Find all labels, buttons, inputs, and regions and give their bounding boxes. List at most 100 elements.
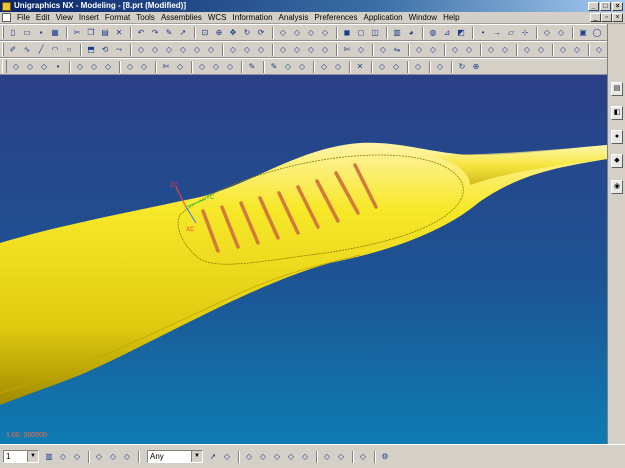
edit-icon[interactable]: ✎ xyxy=(163,27,175,39)
view-iso-icon[interactable]: ◇ xyxy=(319,27,331,39)
gear-icon[interactable]: ⚙ xyxy=(379,451,391,463)
history-icon[interactable]: ◧ xyxy=(611,106,623,120)
arc-icon[interactable]: ◠ xyxy=(49,44,61,56)
view-right-icon[interactable]: ◇ xyxy=(305,27,317,39)
menu-application[interactable]: Application xyxy=(360,13,405,22)
save-icon[interactable]: ▪ xyxy=(35,27,47,39)
snap-point-icon[interactable]: ◇ xyxy=(243,451,255,463)
close-button[interactable]: × xyxy=(612,1,623,11)
chamfer-icon[interactable]: ◇ xyxy=(291,44,303,56)
trim-curve-icon[interactable]: ✄ xyxy=(160,61,172,73)
intersect-curve-icon[interactable]: ◇ xyxy=(224,61,236,73)
deselect-icon[interactable]: ◇ xyxy=(221,451,233,463)
midpoint-icon[interactable]: ◇ xyxy=(271,451,283,463)
doc-minimize-button[interactable]: _ xyxy=(590,13,601,22)
surface-analysis-icon[interactable]: ◇ xyxy=(376,61,388,73)
offset-curve-icon[interactable]: ◇ xyxy=(196,61,208,73)
point-set-icon[interactable]: • xyxy=(52,61,64,73)
move-icon[interactable]: ◇ xyxy=(318,61,330,73)
intersect-icon[interactable]: ◇ xyxy=(255,44,267,56)
refresh-icon[interactable]: ⟳ xyxy=(255,27,267,39)
block-icon[interactable]: ▣ xyxy=(577,27,589,39)
cylinder-icon[interactable]: ◯ xyxy=(591,27,603,39)
menu-edit[interactable]: Edit xyxy=(33,13,53,22)
endpoint-icon[interactable]: ◇ xyxy=(257,451,269,463)
vector-icon[interactable]: → xyxy=(491,27,503,39)
redisplay-icon[interactable]: ◇ xyxy=(357,451,369,463)
print-icon[interactable]: ▦ xyxy=(49,27,61,39)
rectangle-icon[interactable]: ◇ xyxy=(74,61,86,73)
open-icon[interactable]: ▭ xyxy=(21,27,33,39)
fillet-icon[interactable]: ◇ xyxy=(124,61,136,73)
shaded-icon[interactable]: ◼ xyxy=(341,27,353,39)
hidden-icon[interactable]: ◫ xyxy=(369,27,381,39)
unsuppress-icon[interactable]: ◇ xyxy=(296,61,308,73)
ortho-icon[interactable]: ◇ xyxy=(321,451,333,463)
curvature-icon[interactable]: ◇ xyxy=(390,61,402,73)
layer-settings-icon[interactable]: ▥ xyxy=(43,451,55,463)
blend-icon[interactable]: ◇ xyxy=(277,44,289,56)
edit-feature-icon[interactable]: ✎ xyxy=(268,61,280,73)
mirror-icon[interactable]: ⇋ xyxy=(391,44,403,56)
ruled-icon[interactable]: ◇ xyxy=(521,44,533,56)
extend-icon[interactable]: ◇ xyxy=(174,61,186,73)
new-icon[interactable]: ▯ xyxy=(7,27,19,39)
menu-preferences[interactable]: Preferences xyxy=(311,13,360,22)
sketch-icon[interactable]: ✐ xyxy=(7,44,19,56)
show-hide-icon[interactable]: ◇ xyxy=(93,451,105,463)
palette-icon[interactable]: ● xyxy=(611,130,623,144)
paste-icon[interactable]: ▤ xyxy=(99,27,111,39)
boss-icon[interactable]: ◇ xyxy=(149,44,161,56)
graphics-window[interactable]: ZC YC XC 1.00, 000000 xyxy=(0,75,607,444)
csys-icon[interactable]: ⊹ xyxy=(519,27,531,39)
pattern-icon[interactable]: ◇ xyxy=(377,44,389,56)
cut-icon[interactable]: ✂ xyxy=(71,27,83,39)
hole-icon[interactable]: ◇ xyxy=(135,44,147,56)
menu-tools[interactable]: Tools xyxy=(133,13,158,22)
plane-icon[interactable]: ▱ xyxy=(505,27,517,39)
pan-icon[interactable]: ✥ xyxy=(227,27,239,39)
select-all-icon[interactable]: ➚ xyxy=(207,451,219,463)
menu-analysis[interactable]: Analysis xyxy=(276,13,312,22)
line-icon[interactable]: ╱ xyxy=(35,44,47,56)
extrude-icon[interactable]: ⬒ xyxy=(85,44,97,56)
assembly-nav-icon[interactable]: ◉ xyxy=(611,180,623,194)
zoom-view-icon[interactable]: ⊕ xyxy=(470,61,482,73)
point-icon[interactable]: • xyxy=(477,27,489,39)
slot-icon[interactable]: ◇ xyxy=(191,44,203,56)
analysis-icon[interactable]: ◍ xyxy=(427,27,439,39)
zoom-icon[interactable]: ⊕ xyxy=(213,27,225,39)
redo-icon[interactable]: ↷ xyxy=(149,27,161,39)
grid-icon[interactable]: ◇ xyxy=(335,451,347,463)
chamfer-curve-icon[interactable]: ◇ xyxy=(138,61,150,73)
swept-icon[interactable]: ◇ xyxy=(535,44,547,56)
n-sided-icon[interactable]: ◇ xyxy=(571,44,583,56)
undo-icon[interactable]: ↶ xyxy=(135,27,147,39)
visible-in-view-icon[interactable]: ◇ xyxy=(57,451,69,463)
menu-assemblies[interactable]: Assemblies xyxy=(158,13,205,22)
patch-icon[interactable]: ◇ xyxy=(463,44,475,56)
datum-icon[interactable]: ◇ xyxy=(555,27,567,39)
unblank-icon[interactable]: ◇ xyxy=(121,451,133,463)
minimize-button[interactable]: _ xyxy=(588,1,599,11)
layer-icon[interactable]: ▥ xyxy=(391,27,403,39)
toolbar-grip[interactable] xyxy=(2,43,4,56)
chevron-down-icon[interactable]: ▼ xyxy=(191,451,202,462)
draft-analysis-icon[interactable]: ◇ xyxy=(412,61,424,73)
mesh-icon[interactable]: ◇ xyxy=(499,44,511,56)
feature-icon[interactable]: ◇ xyxy=(541,27,553,39)
sew-icon[interactable]: ◇ xyxy=(449,44,461,56)
menu-format[interactable]: Format xyxy=(102,13,133,22)
section-icon[interactable]: ◩ xyxy=(455,27,467,39)
delete-icon[interactable]: ✕ xyxy=(113,27,125,39)
spline-icon[interactable]: ◇ xyxy=(24,61,36,73)
quadrant-icon[interactable]: ◇ xyxy=(299,451,311,463)
menu-information[interactable]: Information xyxy=(230,13,276,22)
delete-feature-icon[interactable]: ✕ xyxy=(354,61,366,73)
navigator-icon[interactable]: ▤ xyxy=(611,82,623,96)
view-front-icon[interactable]: ◇ xyxy=(277,27,289,39)
fit-icon[interactable]: ⊡ xyxy=(199,27,211,39)
copy-icon[interactable]: ❐ xyxy=(85,27,97,39)
document-icon[interactable] xyxy=(2,13,11,22)
select-icon[interactable]: ➚ xyxy=(177,27,189,39)
